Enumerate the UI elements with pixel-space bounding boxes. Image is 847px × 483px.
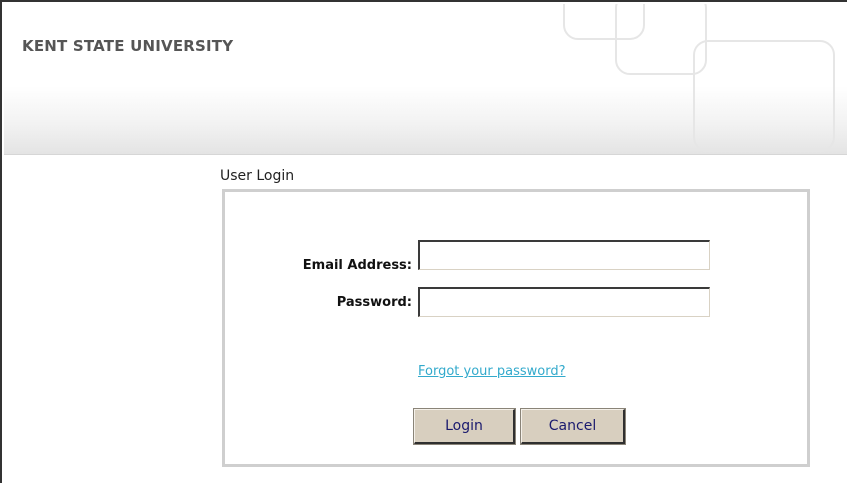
- password-label: Password:: [336, 295, 412, 310]
- header-banner: KENT STATE UNIVERSITY: [4, 4, 847, 155]
- section-title: User Login: [220, 168, 295, 184]
- login-button[interactable]: Login: [413, 408, 516, 445]
- page-frame: KENT STATE UNIVERSITY User Login Email A…: [0, 0, 847, 483]
- email-input[interactable]: [418, 240, 710, 270]
- forgot-password-link[interactable]: Forgot your password?: [418, 364, 566, 379]
- header-decoration: [563, 4, 835, 152]
- brand-title: KENT STATE UNIVERSITY: [22, 37, 234, 55]
- cancel-button[interactable]: Cancel: [520, 408, 626, 445]
- email-label: Email Address:: [302, 258, 412, 273]
- password-input[interactable]: [418, 287, 710, 317]
- login-panel: Email Address: Password: Forgot your pas…: [222, 189, 810, 467]
